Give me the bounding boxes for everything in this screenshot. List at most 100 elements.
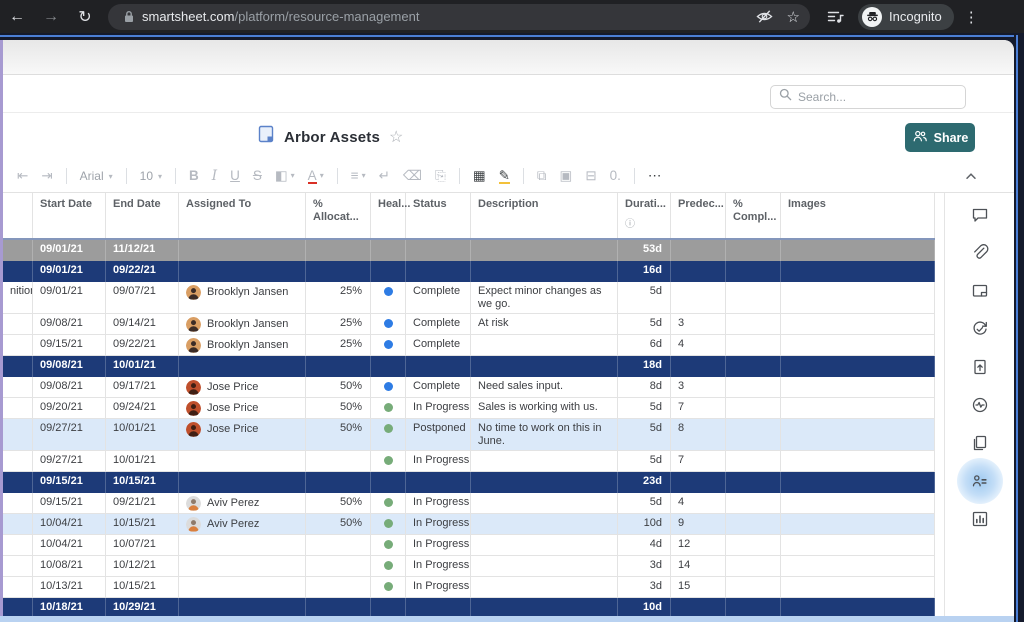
cell-task-name[interactable]: [3, 598, 33, 616]
cell-description[interactable]: [471, 451, 618, 471]
reload-button[interactable]: ↻: [68, 7, 102, 27]
outdent-icon[interactable]: ⇤: [17, 168, 28, 184]
column-header[interactable]: Durati...ⓘ: [618, 193, 671, 238]
cell-percent-complete[interactable]: [726, 577, 781, 597]
cell-percent-complete[interactable]: [726, 419, 781, 450]
cell-health[interactable]: [371, 240, 406, 261]
duration-info-icon[interactable]: ⓘ: [625, 218, 664, 231]
url-bar[interactable]: smartsheet.com/platform/resource-managem…: [108, 4, 810, 30]
cell-duration[interactable]: 5d: [618, 398, 671, 418]
cell-task-name[interactable]: [3, 493, 33, 513]
cell-task-name[interactable]: [3, 577, 33, 597]
cell-assigned-to[interactable]: Jose Price: [179, 398, 306, 418]
cell-end-date[interactable]: 11/12/21: [106, 240, 179, 261]
cell-task-name[interactable]: [3, 314, 33, 334]
resource-management-icon[interactable]: [971, 472, 989, 490]
cell-assigned-to[interactable]: Brooklyn Jansen: [179, 282, 306, 313]
proofs-icon[interactable]: [971, 282, 989, 300]
cell-start-date[interactable]: 09/08/21: [33, 314, 106, 334]
cell-images[interactable]: [781, 335, 935, 355]
cell-assigned-to[interactable]: [179, 261, 306, 282]
cell-images[interactable]: [781, 451, 935, 471]
cell-status[interactable]: In Progress: [406, 493, 471, 513]
cell-assigned-to[interactable]: Brooklyn Jansen: [179, 335, 306, 355]
cell-percent-complete[interactable]: [726, 514, 781, 534]
cell-start-date[interactable]: 09/08/21: [33, 356, 106, 377]
cell-end-date[interactable]: 09/21/21: [106, 493, 179, 513]
cell-assigned-to[interactable]: [179, 472, 306, 493]
table-row[interactable]: 10/18/2110/29/2110d: [3, 598, 935, 616]
cell-assigned-to[interactable]: Aviv Perez: [179, 493, 306, 513]
cell-task-name[interactable]: [3, 335, 33, 355]
cell-percent-complete[interactable]: [726, 493, 781, 513]
cell-duration[interactable]: 53d: [618, 240, 671, 261]
cell-predecessor[interactable]: 7: [671, 398, 726, 418]
incognito-badge[interactable]: Incognito: [858, 4, 954, 30]
cell-start-date[interactable]: 09/01/21: [33, 261, 106, 282]
cell-description[interactable]: [471, 493, 618, 513]
cell-description[interactable]: [471, 556, 618, 576]
cell-status[interactable]: Complete: [406, 282, 471, 313]
cell-percent-complete[interactable]: [726, 377, 781, 397]
cell-percent-complete[interactable]: [726, 282, 781, 313]
cell-end-date[interactable]: 10/01/21: [106, 419, 179, 450]
cell-end-date[interactable]: 10/15/21: [106, 514, 179, 534]
cell-duration[interactable]: 3d: [618, 556, 671, 576]
cell-allocation[interactable]: [306, 535, 371, 555]
cell-duration[interactable]: 8d: [618, 377, 671, 397]
cell-allocation[interactable]: [306, 261, 371, 282]
cell-health[interactable]: [371, 398, 406, 418]
cell-description[interactable]: [471, 261, 618, 282]
cell-description[interactable]: [471, 577, 618, 597]
cell-assigned-to[interactable]: Aviv Perez: [179, 514, 306, 534]
cell-task-name[interactable]: [3, 240, 33, 261]
column-header[interactable]: Assigned To: [179, 193, 306, 238]
cell-allocation[interactable]: 25%: [306, 335, 371, 355]
table-row[interactable]: nition09/01/2109/07/21Brooklyn Jansen25%…: [3, 282, 935, 314]
cell-duration[interactable]: 5d: [618, 451, 671, 471]
cell-task-name[interactable]: nition: [3, 282, 33, 313]
cell-status[interactable]: Complete: [406, 377, 471, 397]
cell-description[interactable]: No time to work on this in June.: [471, 419, 618, 450]
cell-duration[interactable]: 5d: [618, 419, 671, 450]
cell-predecessor[interactable]: [671, 472, 726, 493]
cell-task-name[interactable]: [3, 535, 33, 555]
search-input[interactable]: [798, 90, 957, 104]
cell-health[interactable]: [371, 556, 406, 576]
cell-percent-complete[interactable]: [726, 535, 781, 555]
cell-end-date[interactable]: 09/14/21: [106, 314, 179, 334]
cell-end-date[interactable]: 10/01/21: [106, 451, 179, 471]
cell-allocation[interactable]: 50%: [306, 377, 371, 397]
cell-task-name[interactable]: [3, 556, 33, 576]
cell-status[interactable]: In Progress: [406, 535, 471, 555]
align-icon[interactable]: ≡▾: [351, 168, 366, 184]
cell-images[interactable]: [781, 240, 935, 261]
cell-duration[interactable]: 4d: [618, 535, 671, 555]
share-button[interactable]: Share: [905, 123, 975, 152]
cell-end-date[interactable]: 09/07/21: [106, 282, 179, 313]
summary-icon[interactable]: [971, 510, 989, 528]
cell-task-name[interactable]: [3, 472, 33, 493]
cell-end-date[interactable]: 10/29/21: [106, 598, 179, 616]
table-row[interactable]: 10/04/2110/15/21Aviv Perez50%In Progress…: [3, 514, 935, 535]
table-row[interactable]: 09/15/2109/22/21Brooklyn Jansen25%Comple…: [3, 335, 935, 356]
cell-predecessor[interactable]: 9: [671, 514, 726, 534]
cell-images[interactable]: [781, 356, 935, 377]
cell-health[interactable]: [371, 356, 406, 377]
cell-status[interactable]: In Progress: [406, 577, 471, 597]
italic-icon[interactable]: I: [212, 168, 217, 184]
cell-task-name[interactable]: [3, 514, 33, 534]
font-size-select[interactable]: 10▾: [140, 169, 162, 183]
cell-duration[interactable]: 10d: [618, 598, 671, 616]
cell-health[interactable]: [371, 377, 406, 397]
cell-duration[interactable]: 5d: [618, 493, 671, 513]
fill-color-icon[interactable]: ◧▾: [275, 168, 295, 184]
cell-allocation[interactable]: 50%: [306, 514, 371, 534]
cell-status[interactable]: In Progress: [406, 514, 471, 534]
cell-predecessor[interactable]: 8: [671, 419, 726, 450]
cell-description[interactable]: [471, 514, 618, 534]
cell-predecessor[interactable]: [671, 598, 726, 616]
cell-percent-complete[interactable]: [726, 356, 781, 377]
image-icon[interactable]: ▣: [560, 168, 573, 184]
cell-end-date[interactable]: 09/22/21: [106, 335, 179, 355]
